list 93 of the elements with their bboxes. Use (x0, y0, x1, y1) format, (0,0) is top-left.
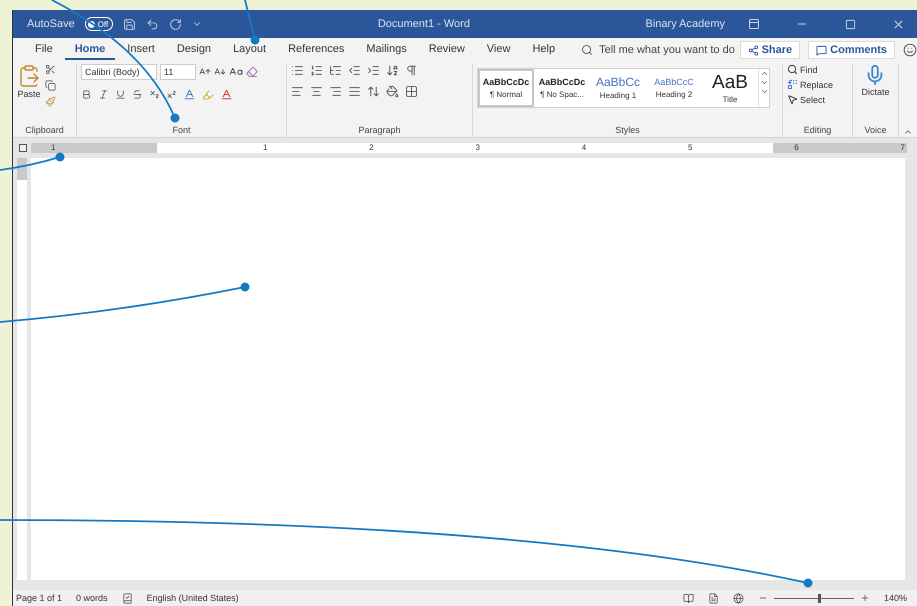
increase-indent-icon (367, 64, 380, 77)
dictate-button[interactable]: Dictate (861, 64, 890, 97)
decrease-indent-icon (348, 64, 361, 77)
autosave-label: AutoSave (27, 18, 75, 30)
print-layout-icon (708, 592, 719, 604)
underline-icon (115, 89, 126, 100)
align-left-icon (291, 85, 304, 98)
cut-icon (45, 64, 56, 75)
subscript-icon (149, 89, 160, 100)
ribbon-tab[interactable]: View (476, 40, 520, 60)
tell-me-field[interactable]: Tell me what you want to do (599, 44, 735, 56)
ribbon-tab[interactable]: Home (64, 40, 116, 60)
ribbon-tab[interactable]: File (25, 40, 63, 60)
align-center-icon (310, 85, 323, 98)
ribbon-tab[interactable]: Layout (223, 40, 276, 60)
highlighter-icon (202, 88, 214, 100)
font-color-icon (220, 88, 233, 101)
ribbon-tab[interactable]: Review (418, 40, 475, 60)
style-item[interactable]: AaBbCcDc ¶ No Spac... (534, 69, 590, 107)
replace-button[interactable]: Replace (787, 79, 834, 90)
font-size-field[interactable]: 11 (160, 64, 196, 80)
autosave-toggle[interactable]: Off (84, 17, 114, 31)
style-item[interactable]: AaBbCcC Heading 2 (646, 69, 702, 107)
undo-icon (146, 18, 160, 30)
italic-icon (98, 89, 109, 100)
clear-formatting-icon (246, 66, 258, 78)
ruler-number: 5 (688, 143, 692, 153)
ribbon-tab[interactable]: References (278, 40, 354, 60)
zoom-in-icon (860, 593, 870, 603)
replace-icon (787, 79, 798, 90)
comments-button[interactable]: Comments (808, 41, 895, 59)
select-button[interactable]: Select (787, 94, 826, 105)
style-item[interactable]: AaB Title (702, 69, 758, 107)
font-name-field[interactable]: Calibri (Body) (81, 64, 157, 80)
ruler-number: 1 (51, 143, 56, 153)
page-count: Page 1 of 1 (16, 593, 62, 603)
ribbon-tab[interactable]: Help (522, 40, 566, 60)
line-spacing-icon (367, 85, 380, 98)
window-title: Document1 - Word (378, 18, 470, 30)
search-icon (787, 64, 798, 75)
group-label: Styles (614, 125, 641, 137)
tab-selector-icon[interactable] (19, 144, 27, 152)
group-label: Editing (802, 125, 832, 137)
comment-icon (816, 44, 828, 56)
superscript-icon (166, 89, 177, 100)
ruler-number: 2 (369, 143, 374, 153)
align-right-icon (329, 85, 342, 98)
read-mode-icon (682, 592, 694, 604)
share-icon (748, 44, 759, 56)
leader-line (0, 152, 64, 171)
language: English (United States) (146, 593, 239, 603)
ruler-number: 1 (263, 143, 268, 153)
group-label: Voice (863, 125, 888, 137)
text-effects-icon (183, 88, 196, 101)
proofing-icon (122, 592, 133, 604)
style-item[interactable]: AaBbCcDc ¶ Normal (478, 69, 534, 107)
group-label: Clipboard (24, 125, 65, 137)
ribbon-tab[interactable]: Insert (117, 40, 165, 60)
word-count: 0 words (76, 593, 108, 603)
redo-icon (169, 18, 182, 30)
ribbon-tab[interactable]: Mailings (356, 40, 417, 60)
group-label: Paragraph (357, 125, 402, 137)
shading-icon (386, 85, 399, 98)
format-painter-icon (45, 96, 56, 107)
ruler-number: 4 (582, 143, 586, 153)
zoom-slider-thumb[interactable] (818, 594, 821, 602)
find-button[interactable]: Find (787, 64, 818, 75)
borders-icon (405, 85, 418, 98)
smiley-icon (903, 43, 917, 57)
ruler-number: 7 (900, 143, 905, 153)
save-icon (123, 18, 136, 30)
ruler-number: 6 (794, 143, 799, 153)
share-button[interactable]: Share (740, 41, 800, 59)
justify-icon (348, 85, 361, 98)
ribbon-tab[interactable]: Design (166, 40, 222, 60)
pointer-icon (787, 94, 798, 105)
zoom-percent: 140% (884, 593, 907, 603)
pilcrow-icon (405, 64, 418, 77)
leader-line (244, 0, 260, 44)
group-label: Font (171, 125, 192, 137)
copy-icon (45, 80, 56, 91)
user-name: Binary Academy (646, 18, 726, 30)
sort-icon (386, 64, 399, 77)
web-layout-icon (732, 592, 744, 604)
strikethrough-icon (132, 89, 143, 100)
search-icon (581, 44, 594, 56)
paste-button[interactable]: Paste (17, 64, 41, 99)
style-item[interactable]: AaBbCc Heading 1 (590, 69, 646, 107)
multilevel-list-icon (329, 64, 342, 77)
numbering-icon (310, 64, 323, 77)
ruler-number: 3 (476, 143, 480, 153)
bold-icon (81, 89, 92, 100)
gallery-scroll-icon[interactable] (758, 69, 769, 107)
